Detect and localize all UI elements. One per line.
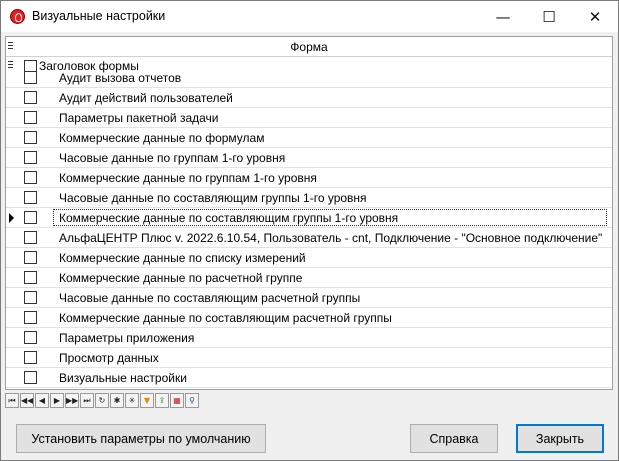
- table-row[interactable]: АльфаЦЕНТР Плюс v. 2022.6.10.54, Пользов…: [6, 228, 612, 248]
- row-label: Аудит действий пользователей: [59, 91, 233, 105]
- row-checkbox[interactable]: [24, 211, 37, 224]
- nav-expand-all-icon[interactable]: ✱: [110, 393, 124, 408]
- row-checkbox[interactable]: [24, 91, 37, 104]
- table-row[interactable]: Коммерческие данные по группам 1-го уров…: [6, 168, 612, 188]
- nav-collapse-all-icon[interactable]: ✳: [125, 393, 139, 408]
- nav-grid-settings-icon[interactable]: ▦: [170, 393, 184, 408]
- table-row[interactable]: Коммерческие данные по составляющим расч…: [6, 308, 612, 328]
- row-checkbox[interactable]: [24, 191, 37, 204]
- grid-navigator: ⏮ ◀◀ ◀ ▶ ▶▶ ⏭ ↻ ✱ ✳ ▼ ⇪ ▦ ⚲: [5, 393, 245, 408]
- close-window-button[interactable]: ✕: [572, 1, 618, 32]
- table-row[interactable]: Просмотр данных: [6, 348, 612, 368]
- table-row[interactable]: Часовые данные по составляющим группы 1-…: [6, 188, 612, 208]
- nav-prior-page-icon[interactable]: ◀◀: [20, 393, 34, 408]
- window-title: Визуальные настройки: [32, 9, 166, 23]
- title-bar: Визуальные настройки — ☐ ✕: [1, 1, 618, 32]
- visual-settings-window: Визуальные настройки — ☐ ✕ Форма Заголов…: [0, 0, 619, 461]
- nav-export-icon[interactable]: ⇪: [155, 393, 169, 408]
- table-row[interactable]: Часовые данные по группам 1-го уровня: [6, 148, 612, 168]
- row-checkbox[interactable]: [24, 111, 37, 124]
- row-label: Коммерческие данные по составляющим расч…: [59, 311, 392, 325]
- help-button[interactable]: Справка: [410, 424, 498, 453]
- row-label: Коммерческие данные по списку измерений: [59, 251, 306, 265]
- nav-next-icon[interactable]: ▶: [50, 393, 64, 408]
- table-row[interactable]: Параметры приложения: [6, 328, 612, 348]
- row-checkbox[interactable]: [24, 291, 37, 304]
- row-label: Аудит вызова отчетов: [59, 71, 182, 85]
- nav-first-page-icon[interactable]: ⏮: [5, 393, 19, 408]
- table-row[interactable]: Коммерческие данные по списку измерений: [6, 248, 612, 268]
- column-header-label: Форма: [290, 40, 328, 54]
- table-row[interactable]: Аудит действий пользователей: [6, 88, 612, 108]
- table-row[interactable]: Коммерческие данные по формулам: [6, 128, 612, 148]
- table-row[interactable]: Параметры пакетной задачи: [6, 108, 612, 128]
- nav-next-page-icon[interactable]: ▶▶: [65, 393, 79, 408]
- row-label: Коммерческие данные по составляющим груп…: [53, 209, 607, 226]
- row-label: Просмотр данных: [59, 351, 159, 365]
- table-row[interactable]: Аудит вызова отчетов: [6, 68, 612, 88]
- minimize-button[interactable]: —: [480, 1, 526, 32]
- table-row[interactable]: Коммерческие данные по расчетной группе: [6, 268, 612, 288]
- row-checkbox[interactable]: [24, 311, 37, 324]
- row-label: Часовые данные по группам 1-го уровня: [59, 151, 286, 165]
- current-row-pointer-icon: [9, 213, 14, 223]
- row-checkbox[interactable]: [24, 271, 37, 284]
- row-label: Коммерческие данные по расчетной группе: [59, 271, 303, 285]
- app-logo-icon: [10, 9, 25, 24]
- row-label: Часовые данные по составляющим группы 1-…: [59, 191, 367, 205]
- table-row[interactable]: Визуальные настройки: [6, 368, 612, 388]
- row-checkbox[interactable]: [24, 371, 37, 384]
- nav-last-page-icon[interactable]: ⏭: [80, 393, 94, 408]
- set-defaults-button[interactable]: Установить параметры по умолчанию: [16, 424, 266, 453]
- row-checkbox[interactable]: [24, 71, 37, 84]
- nav-filter-icon[interactable]: ▼: [140, 393, 154, 408]
- nav-refresh-icon[interactable]: ↻: [95, 393, 109, 408]
- row-checkbox[interactable]: [24, 151, 37, 164]
- table-row[interactable]: Коммерческие данные по составляющим груп…: [6, 208, 612, 228]
- row-label: Часовые данные по составляющим расчетной…: [59, 291, 361, 305]
- nav-prior-icon[interactable]: ◀: [35, 393, 49, 408]
- row-label: Коммерческие данные по формулам: [59, 131, 265, 145]
- row-checkbox[interactable]: [24, 251, 37, 264]
- row-checkbox[interactable]: [24, 171, 37, 184]
- row-label: Коммерческие данные по группам 1-го уров…: [59, 171, 317, 185]
- row-label: Параметры пакетной задачи: [59, 111, 219, 125]
- maximize-button[interactable]: ☐: [526, 1, 572, 32]
- row-checkbox[interactable]: [24, 131, 37, 144]
- row-label: АльфаЦЕНТР Плюс v. 2022.6.10.54, Пользов…: [59, 231, 603, 245]
- table-row[interactable]: Часовые данные по составляющим расчетной…: [6, 288, 612, 308]
- column-header-form[interactable]: Форма: [6, 37, 612, 57]
- row-label: Параметры приложения: [59, 331, 195, 345]
- row-checkbox[interactable]: [24, 331, 37, 344]
- settings-grid: Форма Заголовок формы Аудит вызова отчет…: [5, 36, 613, 390]
- row-checkbox[interactable]: [24, 351, 37, 364]
- close-button[interactable]: Закрыть: [516, 424, 604, 453]
- row-checkbox[interactable]: [24, 231, 37, 244]
- nav-find-icon[interactable]: ⚲: [185, 393, 199, 408]
- row-label: Визуальные настройки: [59, 371, 187, 385]
